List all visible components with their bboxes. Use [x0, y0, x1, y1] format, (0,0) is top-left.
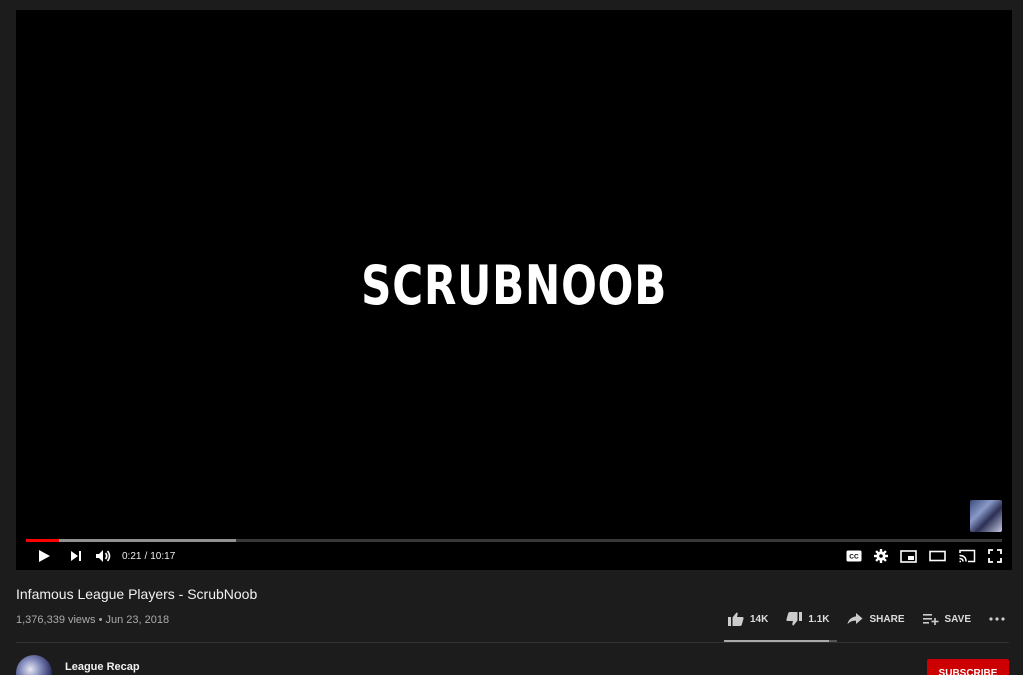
play-icon	[39, 550, 50, 562]
time-display: 0:21/10:17	[122, 551, 175, 562]
more-icon	[989, 617, 1005, 621]
cast-button[interactable]	[958, 545, 976, 567]
save-label: SAVE	[944, 613, 972, 625]
volume-icon	[96, 550, 111, 562]
play-button[interactable]	[34, 545, 54, 567]
save-button[interactable]: SAVE	[922, 613, 972, 625]
settings-icon	[874, 549, 888, 563]
video-frame[interactable]: SCRUBNOOB	[16, 10, 1012, 570]
progress-played	[26, 539, 60, 542]
cast-icon	[959, 549, 976, 563]
share-button[interactable]: SHARE	[847, 613, 905, 625]
fullscreen-icon	[988, 549, 1002, 563]
video-title-card-text: SCRUBNOOB	[361, 253, 667, 317]
svg-text:CC: CC	[849, 554, 859, 561]
like-count: 14K	[750, 613, 769, 625]
dislike-button[interactable]: 1.1K	[786, 612, 829, 626]
current-time: 0:21	[122, 550, 142, 562]
video-player[interactable]: SCRUBNOOB 0:21/10:17 CC	[16, 10, 1012, 570]
thumbs-down-icon	[786, 612, 803, 626]
thumbs-up-icon	[728, 612, 744, 626]
miniplayer-icon	[900, 549, 917, 563]
fullscreen-button[interactable]	[988, 545, 1002, 567]
like-button[interactable]: 14K	[728, 612, 768, 626]
playlist-add-icon	[922, 614, 938, 625]
time-separator: /	[144, 550, 148, 562]
player-controls: 0:21/10:17 CC	[16, 545, 1012, 567]
theater-button[interactable]	[929, 545, 946, 567]
video-title: Infamous League Players - ScrubNoob	[16, 586, 258, 602]
progress-bar[interactable]	[26, 539, 1002, 542]
next-button[interactable]	[66, 545, 86, 567]
theater-icon	[929, 550, 946, 562]
miniplayer-button[interactable]	[900, 545, 917, 567]
subscribe-button[interactable]: SUBSCRIBE	[927, 659, 1009, 675]
share-icon	[847, 613, 863, 625]
channel-watermark[interactable]	[970, 500, 1002, 532]
info-separator: •	[98, 614, 103, 626]
settings-button[interactable]	[874, 545, 888, 567]
share-label: SHARE	[869, 613, 905, 625]
channel-name[interactable]: League Recap	[65, 661, 140, 673]
video-info: 1,376,339 views • Jun 23, 2018	[16, 614, 169, 626]
captions-button[interactable]: CC	[846, 545, 862, 567]
volume-button[interactable]	[94, 545, 114, 567]
duration: 10:17	[150, 550, 176, 562]
more-actions-button[interactable]	[989, 616, 1005, 622]
video-actions: 14K 1.1K SHARE SAVE	[728, 612, 1005, 626]
captions-icon: CC	[846, 550, 862, 562]
upload-date: Jun 23, 2018	[105, 614, 170, 626]
view-count: 1,376,339 views	[16, 614, 96, 626]
divider	[16, 642, 1009, 643]
dislike-count: 1.1K	[808, 613, 830, 625]
channel-avatar[interactable]	[16, 655, 52, 675]
next-icon	[71, 551, 81, 561]
